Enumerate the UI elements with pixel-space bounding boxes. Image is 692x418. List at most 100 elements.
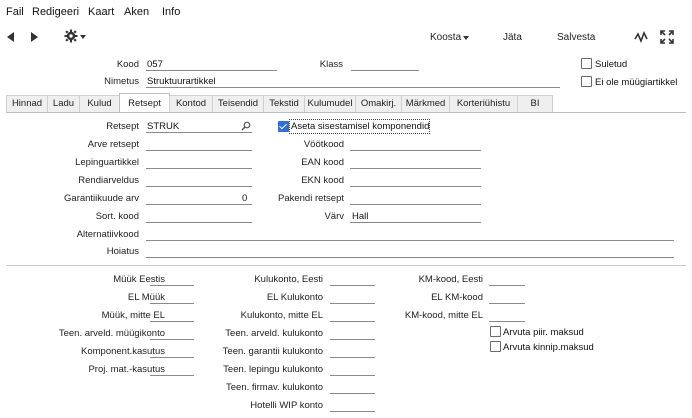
kulukonto-mitte-el-field[interactable] xyxy=(330,321,375,322)
ekn-field[interactable] xyxy=(350,186,481,187)
retsept-field[interactable] xyxy=(146,132,252,133)
rendiarveldus-field[interactable] xyxy=(146,186,252,187)
tab-bi[interactable]: BI xyxy=(517,95,553,112)
ekn-label: EKN kood xyxy=(301,175,344,186)
menu-fail[interactable]: Fail xyxy=(6,6,24,18)
menu-redigeeri[interactable]: Redigeeri xyxy=(32,6,79,18)
nimetus-field[interactable] xyxy=(146,87,560,88)
tab-korteriuhistu[interactable]: Korteriühistu xyxy=(449,95,517,112)
km-kood-mitte-el-label: KM-kood, mitte EL xyxy=(404,310,483,321)
chevron-down-icon[interactable] xyxy=(80,35,86,39)
forward-arrow-icon[interactable] xyxy=(30,32,38,42)
tab-hinnad[interactable]: Hinnad xyxy=(6,95,47,112)
varv-value[interactable]: Hall xyxy=(352,211,368,222)
kood-value[interactable]: 057 xyxy=(147,59,163,70)
teen-lepingu-kulukonto-field[interactable] xyxy=(330,375,375,376)
pakendi-field[interactable] xyxy=(350,204,481,205)
suletud-checkbox[interactable] xyxy=(581,58,592,69)
salvesta-button[interactable]: Salvesta xyxy=(557,32,595,43)
el-kulukonto-label: EL Kulukonto xyxy=(266,292,323,303)
vootkood-label: Vöötkood xyxy=(303,139,344,150)
back-arrow-icon[interactable] xyxy=(7,32,15,42)
koosta-chevron-down-icon[interactable] xyxy=(463,36,469,40)
tab-kulud[interactable]: Kulud xyxy=(79,95,119,112)
kood-label: Kood xyxy=(116,59,139,70)
km-kood-eesti-label: KM-kood, Eesti xyxy=(418,274,483,285)
gear-icon[interactable] xyxy=(64,29,78,43)
ei-ole-checkbox[interactable] xyxy=(581,76,592,87)
lepinguartikkel-field[interactable] xyxy=(146,168,252,169)
arvuta-piir-checkbox[interactable] xyxy=(490,326,501,337)
pulse-icon[interactable] xyxy=(634,31,648,43)
proj-mat-kasutus-field[interactable] xyxy=(150,375,194,376)
jata-button[interactable]: Jäta xyxy=(503,32,522,43)
pakendi-label: Pakendi retsept xyxy=(277,193,344,204)
muuk-eestis-label: Müük Eestis xyxy=(113,274,165,285)
nimetus-label: Nimetus xyxy=(104,76,139,87)
retsept-label: Retsept xyxy=(106,121,139,132)
hoiatus-label: Hoiatus xyxy=(106,246,139,257)
koosta-button[interactable]: Koosta xyxy=(430,32,461,43)
el-muuk-field[interactable] xyxy=(150,303,194,304)
retsept-value[interactable]: STRUK xyxy=(147,121,179,132)
tab-kulumudel[interactable]: Kulumudel xyxy=(304,95,355,112)
varv-label: Värv xyxy=(324,211,344,222)
menu-info[interactable]: Info xyxy=(162,6,180,18)
el-muuk-label: EL Müük xyxy=(127,292,165,303)
km-kood-eesti-field[interactable] xyxy=(489,285,525,286)
hotelli-wip-konto-field[interactable] xyxy=(330,411,375,412)
garantii-field[interactable] xyxy=(146,204,252,205)
tab-ladu[interactable]: Ladu xyxy=(47,95,79,112)
teen-arveld-muugikonto-field[interactable] xyxy=(150,339,194,340)
sort-kood-field[interactable] xyxy=(146,222,252,223)
search-icon[interactable] xyxy=(241,121,251,131)
vootkood-field[interactable] xyxy=(350,150,481,151)
arvuta-kinnip-label: Arvuta kinnip.maksud xyxy=(503,342,594,353)
nimetus-value[interactable]: Struktuurartikkel xyxy=(147,76,216,87)
arve-retsept-field[interactable] xyxy=(146,150,252,151)
teen-arveld-kulukonto-field[interactable] xyxy=(330,339,375,340)
teen-arveld-muugikonto-label: Teen. arveld. müügikonto xyxy=(58,328,165,339)
teen-arveld-kulukonto-label: Teen. arveld. kulukonto xyxy=(225,328,323,339)
tab-retsept[interactable]: Retsept xyxy=(119,93,170,113)
tab-markmed[interactable]: Märkmed xyxy=(401,95,449,112)
teen-garantii-kulukonto-field[interactable] xyxy=(330,357,375,358)
tab-teisendid[interactable]: Teisendid xyxy=(212,95,263,112)
tab-kontod[interactable]: Kontod xyxy=(169,95,212,112)
muuk-mitte-el-label: Müük, mitte EL xyxy=(101,310,165,321)
arve-retsept-label: Arve retsept xyxy=(87,139,139,150)
kood-field[interactable] xyxy=(146,70,277,71)
garantii-label: Garantiikuude arv xyxy=(64,193,139,204)
muuk-eestis-field[interactable] xyxy=(150,285,194,286)
ean-label: EAN kood xyxy=(301,157,344,168)
klass-field[interactable] xyxy=(351,70,419,71)
aseta-checkbox[interactable] xyxy=(278,121,289,132)
ean-field[interactable] xyxy=(350,168,481,169)
el-kulukonto-field[interactable] xyxy=(330,303,375,304)
menu-kaart[interactable]: Kaart xyxy=(88,6,114,18)
komponent-kasutus-field[interactable] xyxy=(150,357,194,358)
kulukonto-eesti-field[interactable] xyxy=(330,285,375,286)
el-km-kood-label: EL KM-kood xyxy=(431,292,483,303)
kulukonto-eesti-label: Kulukonto, Eesti xyxy=(254,274,323,285)
suletud-label: Suletud xyxy=(595,59,628,70)
menu-bar: Fail Redigeeri Kaart Aken Info xyxy=(0,0,692,22)
varv-field[interactable] xyxy=(350,222,481,223)
garantii-value[interactable]: 0 xyxy=(242,193,247,204)
menu-aken[interactable]: Aken xyxy=(124,6,149,18)
el-km-kood-field[interactable] xyxy=(489,303,525,304)
toolbar: Koosta Jäta Salvesta xyxy=(0,22,692,52)
arvuta-kinnip-checkbox[interactable] xyxy=(490,341,501,352)
sort-kood-label: Sort. kood xyxy=(95,211,139,222)
km-kood-mitte-el-field[interactable] xyxy=(489,321,525,322)
alternatiivkood-label: Alternatiivkood xyxy=(76,229,139,240)
expand-icon[interactable] xyxy=(660,30,674,44)
alternatiivkood-field[interactable] xyxy=(146,240,674,241)
hoiatus-field[interactable] xyxy=(146,257,674,258)
teen-firmav-kulukonto-field[interactable] xyxy=(330,393,375,394)
tab-tekstid[interactable]: Tekstid xyxy=(263,95,304,112)
teen-lepingu-kulukonto-label: Teen. lepingu kulukonto xyxy=(223,364,323,375)
komponent-kasutus-label: Komponent.kasutus xyxy=(81,346,165,357)
tab-omakirj[interactable]: Omakirj. xyxy=(355,95,401,112)
muuk-mitte-el-field[interactable] xyxy=(150,321,194,322)
